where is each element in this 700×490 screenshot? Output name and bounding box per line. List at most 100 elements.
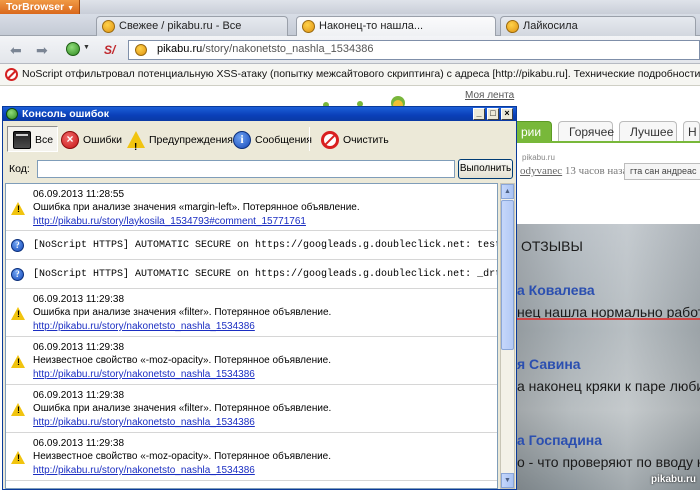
filter-messages-label: Сообщения xyxy=(255,134,312,146)
console-app-icon xyxy=(6,108,18,120)
message-text: [NoScript HTTPS] AUTOMATIC SECURE on htt… xyxy=(33,269,498,280)
noscript-caret-icon[interactable]: ▼ xyxy=(83,44,90,51)
site-tab-underline xyxy=(517,141,700,143)
message-time: 06.09.2013 11:29:38 xyxy=(33,438,125,449)
code-row: Код: Выполнить xyxy=(3,157,516,181)
pikabu-favicon-icon xyxy=(506,20,519,33)
filter-warnings-label: Предупреждения xyxy=(149,134,233,146)
pikabu-watermark: pikabu.ru xyxy=(651,474,697,485)
message-text: Ошибка при анализе значения «filter». По… xyxy=(33,403,332,414)
photo-text: ОТЗЫВЫ xyxy=(521,238,583,254)
message-source-link[interactable]: http://pikabu.ru/story/nakonetsto_nashla… xyxy=(33,465,255,476)
toolbar-separator xyxy=(309,127,310,151)
tab-laykosila[interactable]: Лайкосила xyxy=(500,16,696,36)
photo-text: а Госпадина xyxy=(517,432,603,448)
message-text: Ошибка при анализе значения «filter». По… xyxy=(33,307,332,318)
scroll-down-arrow-icon[interactable]: ▼ xyxy=(501,473,514,488)
list-item[interactable]: 06.09.2013 11:29:38 ! Ошибка при анализе… xyxy=(6,289,497,337)
error-icon: × xyxy=(61,131,79,149)
site-tab-best[interactable]: Лучшее xyxy=(619,121,677,141)
filter-warnings-button[interactable]: ! Предупреждения xyxy=(121,126,238,153)
message-source-link[interactable]: http://pikabu.ru/story/nakonetsto_nashla… xyxy=(33,417,255,428)
post-time: 13 часов назад xyxy=(564,165,633,177)
noscript-notification-bar: NoScript отфильтровал потенциальную XSS-… xyxy=(0,64,700,86)
code-input[interactable] xyxy=(37,160,455,178)
message-time: 06.09.2013 11:29:38 xyxy=(33,390,125,401)
close-button[interactable]: × xyxy=(501,108,513,120)
message-text: [NoScript HTTPS] AUTOMATIC SECURE on htt… xyxy=(33,240,498,251)
url-path: /story/nakonetsto_nashla_1534386 xyxy=(202,43,374,55)
filter-errors-button[interactable]: × Ошибки xyxy=(55,126,127,152)
filter-errors-label: Ошибки xyxy=(83,134,122,146)
tab-label: Лайкосила xyxy=(523,20,578,32)
post-author-link[interactable]: odyvanec xyxy=(520,165,562,177)
message-time: 06.09.2013 11:29:38 xyxy=(33,294,125,305)
console-all-icon xyxy=(13,131,31,149)
photo-text: а Ковалева xyxy=(517,282,595,298)
post-source-domain: pikabu.ru xyxy=(522,153,555,162)
scrollbar-thumb[interactable] xyxy=(501,200,514,350)
photo-text: о - что проверяют по вводу н xyxy=(517,454,700,470)
warning-mark: ! xyxy=(17,309,20,319)
console-title: Консоль ошибок xyxy=(22,108,109,120)
evaluate-button[interactable]: Выполнить xyxy=(458,159,513,179)
error-console-window: Консоль ошибок _ □ × Все × Ошибки ! Пред… xyxy=(2,106,517,490)
navigation-toolbar: ⬅ ➡ ▼ S/ pikabu.ru/story/nakonetsto_nash… xyxy=(0,36,700,64)
info-icon: ? xyxy=(11,239,24,252)
message-list[interactable]: 06.09.2013 11:28:55 ! Ошибка при анализе… xyxy=(5,183,498,489)
forward-arrow-icon[interactable]: ➡ xyxy=(36,42,48,58)
list-item[interactable]: 06.09.2013 11:29:38 ! Неизвестное свойст… xyxy=(6,433,497,481)
warning-mark: ! xyxy=(17,357,20,367)
tab-fresh[interactable]: Свежее / pikabu.ru - Все xyxy=(96,16,288,36)
filter-messages-button[interactable]: i Сообщения xyxy=(227,126,317,152)
post-tag[interactable]: гта сан андреас xyxy=(624,163,700,180)
message-source-link[interactable]: http://pikabu.ru/story/nakonetsto_nashla… xyxy=(33,369,255,380)
scroll-up-arrow-icon[interactable]: ▲ xyxy=(501,184,514,199)
message-source-link[interactable]: http://pikabu.ru/story/nakonetsto_nashla… xyxy=(33,321,255,332)
minimize-button[interactable]: _ xyxy=(473,108,485,120)
filter-all-label: Все xyxy=(35,134,54,146)
url-host: pikabu.ru xyxy=(157,43,203,55)
console-titlebar[interactable]: Консоль ошибок _ □ × xyxy=(3,107,516,121)
menu-caret-icon: ▼ xyxy=(67,5,75,12)
address-bar[interactable]: pikabu.ru/story/nakonetsto_nashla_153438… xyxy=(128,40,700,60)
warning-mark: ! xyxy=(17,405,20,415)
list-item[interactable]: ? [NoScript HTTPS] AUTOMATIC SECURE on h… xyxy=(6,231,498,260)
torbrowser-menu-button[interactable]: TorBrowser ▼ xyxy=(0,0,80,14)
post-meta: odyvanec 13 часов назад xyxy=(520,165,633,177)
maximize-button[interactable]: □ xyxy=(487,108,499,120)
list-item[interactable]: ? [NoScript HTTPS] AUTOMATIC SECURE on h… xyxy=(6,260,498,289)
message-text: Ошибка при анализе значения «margin-left… xyxy=(33,202,360,213)
photo-text: я Савина xyxy=(517,356,581,372)
code-label: Код: xyxy=(9,163,30,175)
back-arrow-icon[interactable]: ⬅ xyxy=(10,42,22,58)
site-tab-new[interactable]: Н xyxy=(683,121,700,141)
console-toolbar: Все × Ошибки ! Предупреждения i Сообщени… xyxy=(3,121,516,157)
notification-text: NoScript отфильтровал потенциальную XSS-… xyxy=(22,68,700,80)
message-list-scrollbar[interactable]: ▲ ▼ xyxy=(500,183,515,489)
info-icon: i xyxy=(233,131,251,149)
message-source-link[interactable]: http://pikabu.ru/story/laykosila_1534793… xyxy=(33,216,306,227)
warning-mark: ! xyxy=(17,453,20,463)
message-time: 06.09.2013 11:29:38 xyxy=(33,342,125,353)
message-text: Неизвестное свойство «-moz-opacity». Пот… xyxy=(33,451,332,462)
my-feed-link[interactable]: Моя лента xyxy=(465,90,514,101)
tab-label: Наконец-то нашла... xyxy=(319,20,424,32)
addon-s-icon[interactable]: S/ xyxy=(104,43,118,57)
list-item[interactable]: 06.09.2013 11:29:38 ! Неизвестное свойст… xyxy=(6,337,497,385)
tab-nakonets-to-nashla[interactable]: Наконец-то нашла... xyxy=(296,16,496,37)
filter-all-button[interactable]: Все xyxy=(7,126,59,152)
tab-bar: Свежее / pikabu.ru - Все Наконец-то нашл… xyxy=(0,14,700,37)
clear-button[interactable]: Очистить xyxy=(315,126,394,152)
pikabu-favicon-icon xyxy=(102,20,115,33)
list-item[interactable]: 06.09.2013 11:28:55 ! Ошибка при анализе… xyxy=(6,184,497,231)
site-tab-hot[interactable]: Горячее xyxy=(558,121,614,141)
list-item[interactable]: 06.09.2013 11:29:38 ! Ошибка при анализе… xyxy=(6,385,497,433)
noscript-forbidden-icon xyxy=(5,68,18,81)
clear-label: Очистить xyxy=(343,134,389,146)
message-text: Неизвестное свойство «-moz-opacity». Пот… xyxy=(33,355,332,366)
photo-text: а наконец кряки к паре люби xyxy=(517,378,700,394)
pikabu-favicon-icon xyxy=(302,20,315,33)
torbrowser-menu-label: TorBrowser xyxy=(6,1,65,13)
noscript-icon[interactable] xyxy=(66,42,80,56)
